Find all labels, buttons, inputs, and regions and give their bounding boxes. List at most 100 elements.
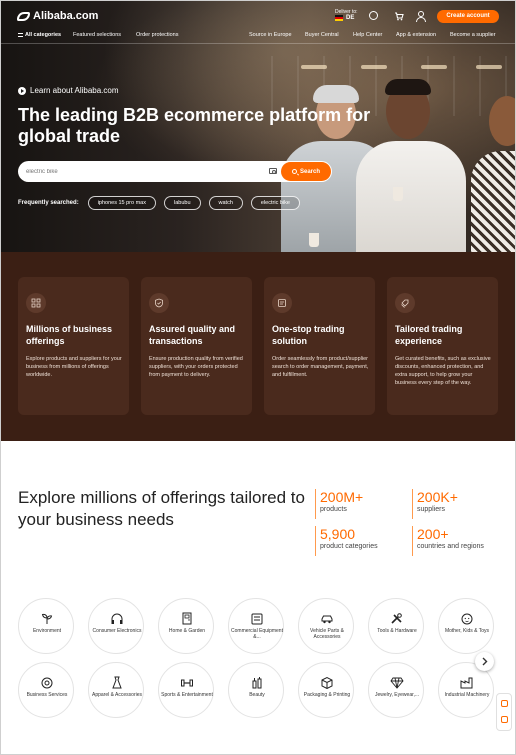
machine-icon — [251, 613, 263, 625]
camera-icon[interactable] — [269, 168, 277, 174]
category-mother-kids-toys[interactable]: Mother, Kids & Toys — [438, 598, 494, 654]
hero-lamp — [421, 65, 447, 69]
category-consumer-electronics[interactable]: Consumer Electronics — [88, 598, 144, 654]
search-button-label: Search — [299, 168, 320, 175]
hero-person-image — [313, 85, 359, 103]
main-nav: All categories Featured selections Order… — [1, 30, 515, 42]
nav-featured-selections[interactable]: Featured selections — [73, 32, 121, 38]
stat-products: 200M+ products — [315, 489, 363, 519]
door-icon — [182, 612, 192, 625]
stat-countries: 200+ countries and regions — [412, 526, 484, 556]
feature-description: Order seamlessly from product/supplier s… — [272, 356, 369, 378]
plant-icon — [41, 613, 53, 624]
explore-heading: Explore millions of offerings tailored t… — [18, 488, 305, 529]
stat-value: 200M+ — [320, 489, 364, 505]
stat-label: product categories — [320, 543, 378, 550]
category-label: Sports & Entertainment — [161, 692, 213, 698]
deliver-to-selector[interactable]: Deliver to: DE — [335, 9, 358, 21]
hero-person-image — [356, 141, 466, 252]
feature-title: One-stop trading solution — [272, 324, 345, 346]
user-icon[interactable] — [416, 11, 426, 22]
category-label: Vehicle Parts & Accessories — [310, 628, 344, 640]
stat-value: 200K+ — [417, 489, 458, 505]
category-home-garden[interactable]: Home & Garden — [158, 598, 214, 654]
chat-icon[interactable] — [501, 700, 508, 707]
feature-title: Tailored trading experience — [395, 324, 463, 346]
category-jewelry[interactable]: Jewelry, Eyewear,... — [368, 662, 424, 718]
beauty-icon — [252, 677, 262, 689]
play-icon — [18, 86, 26, 95]
hero-person-image — [471, 151, 515, 252]
grid-icon — [26, 293, 46, 313]
diamond-icon — [390, 677, 404, 689]
nav-app-extension[interactable]: App & extension — [396, 32, 436, 38]
search-chip[interactable]: iphones 15 pro max — [87, 196, 156, 210]
search-bar: Search — [18, 161, 332, 182]
category-environment[interactable]: Environment — [18, 598, 74, 654]
nav-order-protections[interactable]: Order protections — [136, 32, 179, 38]
feedback-icon[interactable] — [501, 716, 508, 723]
top-bar: Alibaba.com Deliver to: DE Create accoun… — [1, 1, 515, 31]
search-button[interactable]: Search — [281, 162, 331, 181]
nav-source-in-europe[interactable]: Source in Europe — [249, 32, 292, 38]
category-business-services[interactable]: Business Services — [18, 662, 74, 718]
category-apparel[interactable]: Apparel & Accessories — [88, 662, 144, 718]
globe-icon[interactable] — [369, 11, 378, 20]
category-label: Mother, Kids & Toys — [444, 628, 490, 634]
germany-flag-icon — [335, 15, 343, 21]
feature-card: One-stop trading solution Order seamless… — [264, 277, 375, 415]
learn-about-text: Learn about Alibaba.com — [30, 86, 119, 95]
learn-about-link[interactable]: Learn about Alibaba.com — [18, 86, 119, 95]
category-label: Consumer Electronics — [92, 628, 142, 634]
search-input[interactable] — [26, 166, 256, 177]
category-commercial-equipment[interactable]: Commercial Equipment &... — [228, 598, 284, 654]
tools-icon — [391, 613, 402, 624]
car-icon — [321, 615, 333, 624]
factory-icon — [460, 677, 473, 689]
search-chip[interactable]: electric bike — [250, 196, 300, 210]
nav-help-center[interactable]: Help Center — [353, 32, 382, 38]
category-vehicle-parts[interactable]: Vehicle Parts & Accessories — [298, 598, 354, 654]
stat-label: products — [320, 506, 347, 513]
feature-card: Millions of business offerings Explore p… — [18, 277, 129, 415]
category-label: Jewelry, Eyewear,... — [374, 692, 420, 698]
alibaba-logo[interactable]: Alibaba.com — [17, 10, 98, 22]
category-label: Tools & Hardware — [377, 628, 417, 634]
category-label: Apparel & Accessories — [91, 692, 143, 698]
category-tools-hardware[interactable]: Tools & Hardware — [368, 598, 424, 654]
baby-icon — [461, 613, 473, 625]
feature-card: Assured quality and transactions Ensure … — [141, 277, 252, 415]
nav-become-supplier[interactable]: Become a supplier — [450, 32, 496, 38]
page: Alibaba.com Deliver to: DE Create accoun… — [0, 0, 516, 755]
category-packaging[interactable]: Packaging & Printing — [298, 662, 354, 718]
feature-description: Explore products and suppliers for your … — [26, 356, 122, 378]
hero-cup-image — [309, 233, 319, 247]
category-next-button[interactable] — [475, 652, 494, 671]
stat-value: 200+ — [417, 526, 449, 542]
cart-icon[interactable] — [394, 11, 404, 21]
feature-card: Tailored trading experience Get curated … — [387, 277, 498, 415]
category-label: Beauty — [249, 692, 265, 698]
package-icon — [321, 676, 333, 689]
category-beauty[interactable]: Beauty — [228, 662, 284, 718]
hero-person-image — [489, 96, 515, 146]
tag-icon — [395, 293, 415, 313]
frequently-searched: Frequently searched: iphones 15 pro max … — [18, 195, 300, 211]
nav-all-categories[interactable]: All categories — [18, 32, 61, 38]
create-account-button[interactable]: Create account — [437, 10, 499, 23]
search-chip[interactable]: watch — [208, 196, 243, 210]
stat-suppliers: 200K+ suppliers — [412, 489, 458, 519]
search-icon — [291, 169, 297, 174]
nav-buyer-central[interactable]: Buyer Central — [305, 32, 339, 38]
chevron-right-icon — [482, 657, 488, 666]
nav-divider — [1, 43, 515, 44]
hero-person-image — [385, 79, 431, 95]
features-section: Millions of business offerings Explore p… — [1, 252, 515, 441]
category-sports[interactable]: Sports & Entertainment — [158, 662, 214, 718]
dumbbell-icon — [181, 679, 193, 687]
search-chip[interactable]: labubu — [164, 196, 201, 210]
stat-value: 5,900 — [320, 526, 356, 542]
feature-description: Get curated benefits, such as exclusive … — [395, 356, 491, 386]
nav-all-categories-label: All categories — [25, 32, 62, 38]
dress-icon — [112, 676, 122, 689]
